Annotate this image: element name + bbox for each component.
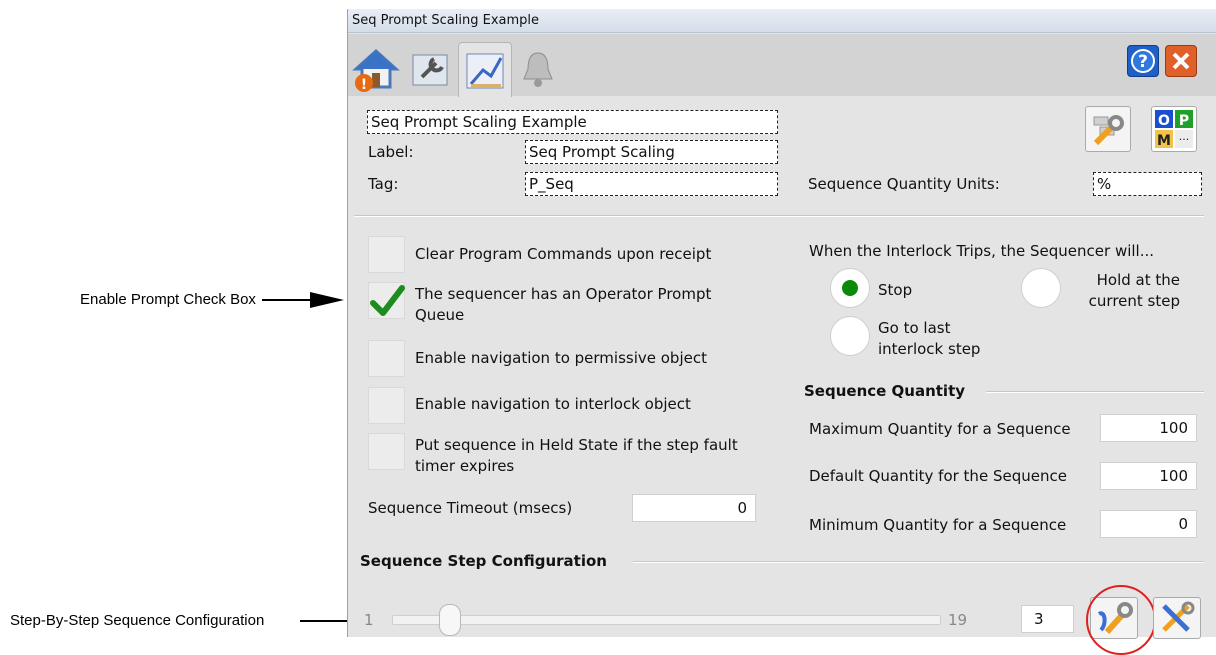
option-label: Clear Program Commands upon receipt: [415, 245, 712, 263]
configure-button[interactable]: [1085, 106, 1131, 152]
step-slider-track[interactable]: [392, 615, 941, 625]
radio-hold[interactable]: [1021, 268, 1061, 308]
faceplate-window: Seq Prompt Scaling Example ! ? Seq Promp…: [347, 9, 1216, 655]
engineering-icon: [466, 53, 504, 89]
step-number-input[interactable]: 3: [1021, 605, 1074, 633]
tab-engineering[interactable]: [458, 42, 512, 97]
default-quantity-input[interactable]: 100: [1100, 462, 1197, 490]
slider-max-label: 19: [948, 611, 968, 629]
max-quantity-label: Maximum Quantity for a Sequence: [809, 420, 1071, 438]
quantity-section-title: Sequence Quantity: [804, 382, 966, 400]
label-caption: Label:: [368, 143, 414, 161]
opm-icon: O P M ···: [1155, 110, 1193, 149]
step-config-title: Sequence Step Configuration: [360, 552, 607, 570]
option-label: Enable navigation to interlock object: [415, 395, 691, 413]
max-quantity-input[interactable]: 100: [1100, 414, 1197, 442]
step-config-disabled-button[interactable]: [1153, 597, 1201, 639]
tab-home[interactable]: !: [350, 42, 402, 96]
min-quantity-label: Minimum Quantity for a Sequence: [809, 516, 1067, 534]
radio-goto-label: Go to last interlock step: [878, 319, 981, 358]
tag-field[interactable]: P_Seq: [525, 172, 778, 196]
tab-alarms[interactable]: [512, 42, 564, 96]
window-title: Seq Prompt Scaling Example: [348, 9, 1216, 33]
close-button[interactable]: [1165, 45, 1197, 77]
label-field[interactable]: Seq Prompt Scaling: [525, 140, 778, 164]
opm-button[interactable]: O P M ···: [1151, 106, 1197, 152]
radio-hold-label: Hold at the current step: [1088, 271, 1180, 310]
wrench-cross-icon: [1162, 601, 1195, 632]
radio-selected-dot: [842, 280, 858, 296]
prompt-queue-checkbox[interactable]: [368, 282, 405, 319]
divider: [354, 215, 1204, 217]
svg-text:!: !: [361, 77, 367, 93]
help-icon: ?: [1131, 49, 1155, 73]
interlock-nav-checkbox[interactable]: [368, 387, 405, 424]
units-caption: Sequence Quantity Units:: [808, 175, 1000, 193]
step-slider-thumb[interactable]: [439, 604, 461, 636]
default-quantity-label: Default Quantity for the Sequence: [809, 467, 1067, 485]
checkmark-icon: [370, 285, 405, 316]
svg-text:P: P: [1179, 113, 1189, 129]
units-field[interactable]: %: [1093, 172, 1202, 196]
step-config-highlight-ring: [1086, 585, 1156, 655]
slider-min-label: 1: [364, 611, 374, 629]
timeout-label: Sequence Timeout (msecs): [368, 499, 573, 517]
svg-text:?: ?: [1138, 52, 1148, 72]
wrench-brick-icon: [1093, 115, 1124, 146]
callout-arrowhead: [310, 292, 344, 308]
divider: [633, 561, 1204, 563]
radio-goto-last[interactable]: [830, 316, 870, 356]
option-label: Put sequence in Held State if the step f…: [415, 436, 738, 475]
svg-text:···: ···: [1179, 133, 1190, 146]
tab-maintenance[interactable]: [404, 42, 456, 96]
radio-stop[interactable]: [830, 268, 870, 308]
svg-text:M: M: [1157, 133, 1171, 149]
interlock-title: When the Interlock Trips, the Sequencer …: [809, 242, 1155, 260]
divider: [986, 391, 1204, 393]
callout-line: [262, 299, 312, 301]
close-icon: [1172, 52, 1190, 70]
bell-icon: [523, 52, 553, 87]
option-label: Enable navigation to permissive object: [415, 349, 707, 367]
clear-commands-checkbox[interactable]: [368, 236, 405, 273]
callout-enable-prompt: Enable Prompt Check Box: [80, 291, 256, 308]
home-icon: !: [352, 48, 400, 93]
help-button[interactable]: ?: [1127, 45, 1159, 77]
tag-caption: Tag:: [368, 175, 399, 193]
min-quantity-input[interactable]: 0: [1100, 510, 1197, 538]
radio-stop-label: Stop: [878, 281, 913, 299]
option-label: The sequencer has an Operator Prompt Que…: [415, 285, 712, 324]
held-state-checkbox[interactable]: [368, 433, 405, 470]
callout-step-config: Step-By-Step Sequence Configuration: [10, 612, 265, 629]
svg-text:O: O: [1158, 113, 1170, 129]
description-field[interactable]: Seq Prompt Scaling Example: [367, 110, 778, 134]
timeout-input[interactable]: 0: [632, 494, 756, 522]
maintenance-icon: [412, 54, 448, 86]
permissive-nav-checkbox[interactable]: [368, 340, 405, 377]
tab-strip: ! ?: [348, 34, 1216, 97]
